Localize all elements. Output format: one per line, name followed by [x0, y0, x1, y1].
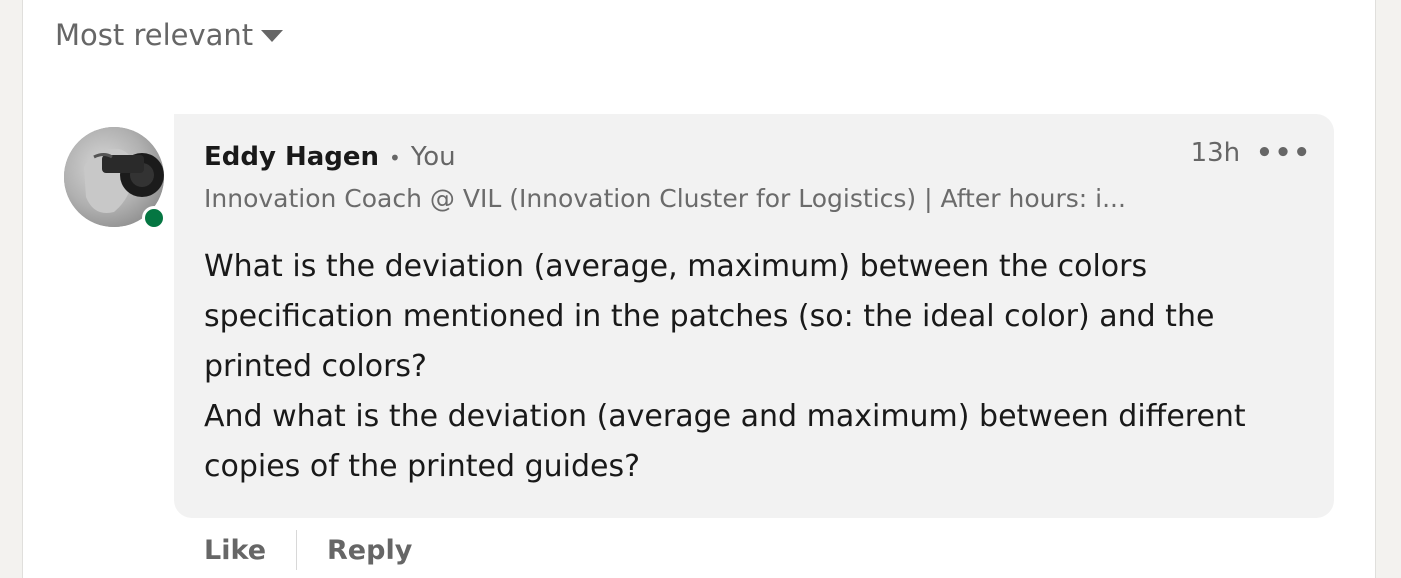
- timestamp: 13h: [1190, 138, 1241, 168]
- caret-down-icon: [261, 30, 284, 42]
- action-divider: [296, 530, 298, 570]
- author-name[interactable]: Eddy Hagen: [204, 142, 379, 172]
- comment-text: What is the deviation (average, maximum)…: [204, 249, 1246, 484]
- reply-button[interactable]: Reply: [327, 535, 412, 566]
- comment-bubble: Eddy Hagen • You 13h ••• Innovation Coac…: [174, 114, 1334, 518]
- separator-dot: •: [389, 146, 401, 170]
- relationship-label: You: [410, 142, 456, 172]
- sort-label: Most relevant: [55, 18, 254, 52]
- comment-meta: 13h •••: [1191, 138, 1312, 168]
- comment-actions: Like Reply: [204, 530, 412, 570]
- ellipsis-icon[interactable]: •••: [1256, 138, 1312, 168]
- like-button[interactable]: Like: [204, 535, 266, 566]
- sort-dropdown[interactable]: Most relevant: [55, 18, 284, 52]
- avatar[interactable]: [64, 127, 166, 230]
- comment-header: Eddy Hagen • You: [204, 142, 456, 172]
- author-headline: Innovation Coach @ VIL (Innovation Clust…: [204, 184, 1126, 213]
- presence-indicator: [142, 206, 166, 230]
